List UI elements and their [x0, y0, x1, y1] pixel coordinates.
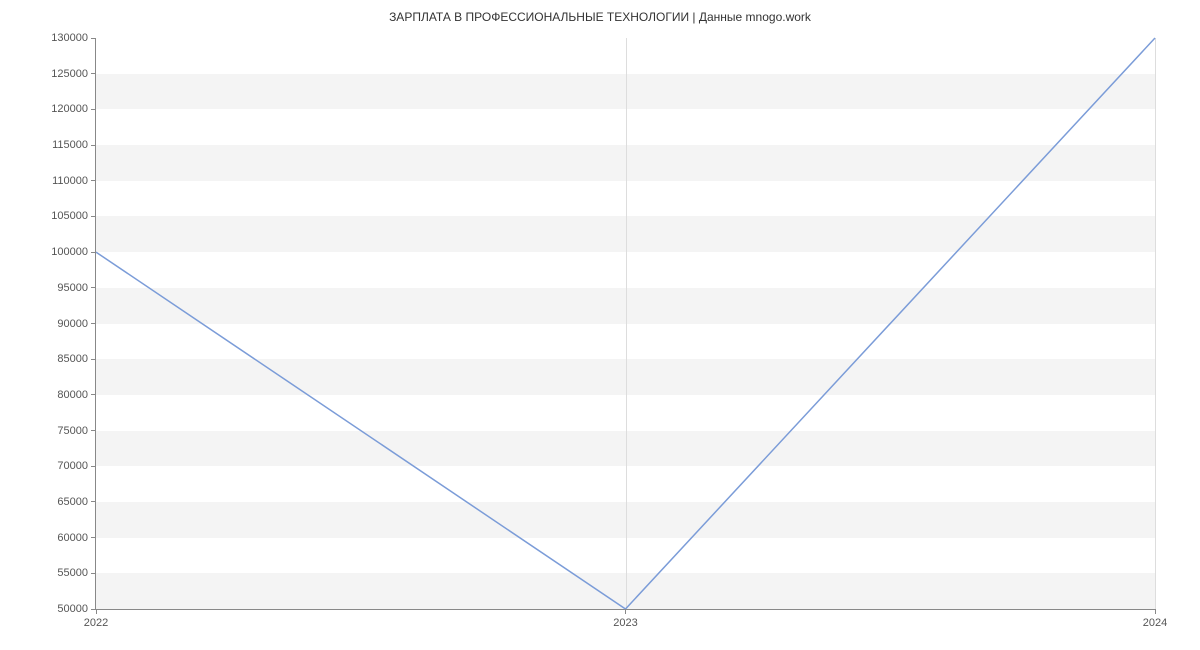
y-tick-label: 105000: [51, 210, 96, 222]
y-tick-label: 115000: [52, 139, 96, 151]
y-tick-label: 100000: [51, 246, 96, 258]
y-tick-mark: [91, 466, 96, 467]
chart-title: ЗАРПЛАТА В ПРОФЕССИОНАЛЬНЫЕ ТЕХНОЛОГИИ |…: [0, 0, 1200, 29]
y-tick-label: 110000: [52, 175, 96, 187]
y-tick-mark: [91, 573, 96, 574]
chart-container: ЗАРПЛАТА В ПРОФЕССИОНАЛЬНЫЕ ТЕХНОЛОГИИ |…: [0, 0, 1200, 650]
grid-line-vertical: [1155, 38, 1156, 609]
y-tick-mark: [91, 180, 96, 181]
y-tick-mark: [91, 359, 96, 360]
y-tick-mark: [91, 323, 96, 324]
y-tick-mark: [91, 287, 96, 288]
y-tick-mark: [91, 501, 96, 502]
y-tick-mark: [91, 430, 96, 431]
x-tick-mark: [625, 609, 626, 614]
x-tick-mark: [96, 609, 97, 614]
plot-area: 5000055000600006500070000750008000085000…: [95, 38, 1155, 610]
y-tick-mark: [91, 145, 96, 146]
y-tick-mark: [91, 73, 96, 74]
y-tick-mark: [91, 394, 96, 395]
x-tick-mark: [1155, 609, 1156, 614]
y-tick-mark: [91, 252, 96, 253]
y-tick-mark: [91, 537, 96, 538]
y-tick-label: 125000: [51, 68, 96, 80]
y-tick-label: 120000: [51, 103, 96, 115]
y-tick-mark: [91, 216, 96, 217]
chart-line-svg: [96, 38, 1155, 609]
data-line: [96, 38, 1155, 609]
y-tick-mark: [91, 38, 96, 39]
y-tick-mark: [91, 109, 96, 110]
y-tick-label: 130000: [51, 32, 96, 44]
